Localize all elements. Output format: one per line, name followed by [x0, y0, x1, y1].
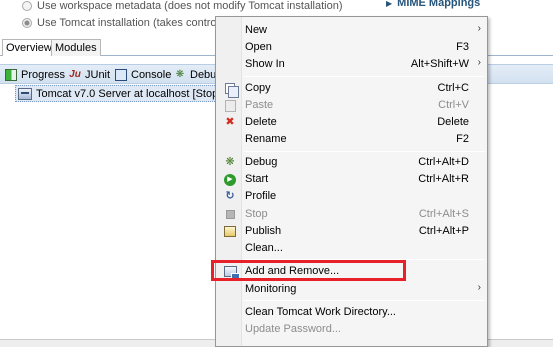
progress-icon — [5, 68, 17, 81]
start-icon: ▶ — [223, 173, 237, 186]
option-label: Use workspace metadata (does not modify … — [37, 0, 343, 12]
tab-progress[interactable]: Progress — [5, 67, 65, 82]
menu-item-update-password[interactable]: Update Password... — [218, 321, 485, 338]
console-icon — [115, 68, 127, 81]
profile-icon: ↻ — [225, 190, 235, 202]
mime-mappings-section[interactable]: ▶ MIME Mappings — [386, 0, 480, 9]
delete-icon: ✖ — [225, 116, 235, 128]
copy-icon — [223, 82, 239, 98]
option-tomcat-installation[interactable]: Use Tomcat installation (takes control o — [22, 16, 228, 30]
menu-item-rename[interactable]: Rename F2 — [218, 131, 485, 148]
expand-triangle-icon[interactable]: ▶ — [386, 0, 392, 8]
tab-console[interactable]: Console — [115, 67, 171, 82]
menu-item-start[interactable]: ▶ Start Ctrl+Alt+R — [218, 171, 485, 188]
option-workspace-metadata[interactable]: Use workspace metadata (does not modify … — [22, 0, 343, 13]
server-icon — [18, 87, 32, 100]
menu-item-debug[interactable]: ❋ Debug Ctrl+Alt+D — [218, 154, 485, 171]
tab-modules[interactable]: Modules — [51, 39, 101, 56]
add-remove-icon — [223, 265, 240, 281]
menu-item-delete[interactable]: ✖ Delete Delete — [218, 114, 485, 131]
submenu-arrow-icon: › — [477, 282, 481, 293]
menu-item-copy[interactable]: Copy Ctrl+C — [218, 80, 485, 98]
menu-item-add-and-remove[interactable]: Add and Remove... — [218, 263, 485, 281]
menu-separator — [244, 76, 485, 77]
menu-item-stop[interactable]: Stop Ctrl+Alt+S — [218, 206, 485, 223]
server-label: Tomcat v7.0 Server at localhost [Stopped… — [36, 87, 225, 100]
junit-icon: Ju — [69, 68, 81, 80]
menu-item-clean[interactable]: Clean... — [218, 240, 485, 257]
menu-separator — [244, 259, 485, 260]
tab-junit[interactable]: Ju JUnit — [69, 67, 110, 82]
radio-button[interactable] — [22, 18, 32, 28]
menu-item-new[interactable]: New › — [218, 22, 485, 39]
menu-item-open[interactable]: Open F3 — [218, 39, 485, 56]
option-label: Use Tomcat installation (takes control o — [37, 17, 229, 29]
menu-item-publish[interactable]: Publish Ctrl+Alt+P — [218, 223, 485, 240]
menu-item-profile[interactable]: ↻ Profile — [218, 188, 485, 205]
menu-item-monitoring[interactable]: Monitoring › — [218, 281, 485, 298]
tab-overview[interactable]: Overview — [2, 39, 56, 56]
context-menu: New › Open F3 Show In Alt+Shift+W › Copy… — [215, 16, 488, 347]
menu-item-clean-tomcat-work-directory[interactable]: Clean Tomcat Work Directory... — [218, 304, 485, 321]
stop-icon — [223, 208, 237, 221]
bug-icon: ❋ — [175, 68, 185, 80]
menu-item-show-in[interactable]: Show In Alt+Shift+W › — [218, 56, 485, 73]
menu-item-paste[interactable]: Paste Ctrl+V — [218, 97, 485, 114]
menu-separator — [244, 300, 485, 301]
submenu-arrow-icon: › — [477, 23, 481, 34]
debug-icon: ❋ — [225, 156, 235, 168]
server-entry[interactable]: Tomcat v7.0 Server at localhost [Stopped… — [15, 85, 225, 102]
radio-button[interactable] — [22, 1, 32, 11]
publish-icon — [223, 225, 237, 238]
submenu-arrow-icon: › — [477, 57, 481, 68]
menu-separator — [244, 151, 485, 152]
paste-icon — [223, 99, 237, 112]
